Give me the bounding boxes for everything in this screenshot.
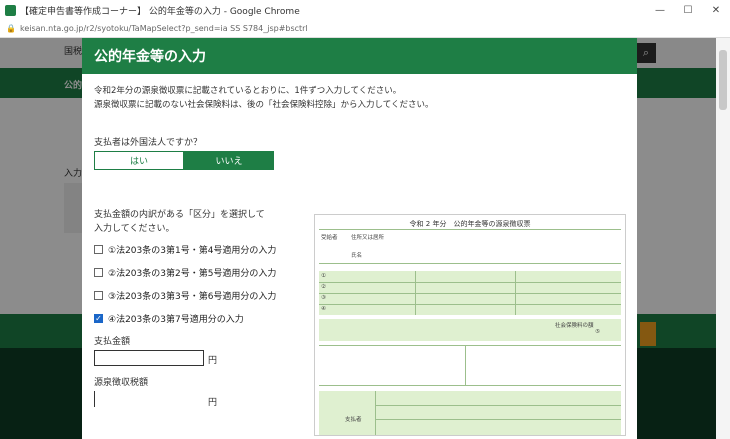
option-label-1: ①法203条の3第1号・第4号適用分の入力 — [108, 246, 277, 256]
slip-payer-label: 支払者 — [345, 417, 362, 423]
intro-line-2: 源泉徴収票に記載のない社会保険料は、後の「社会保険料控除」から入力してください。 — [94, 100, 434, 110]
checkbox-option-2[interactable] — [94, 268, 103, 277]
category-option-4[interactable]: ✓ ④法203条の3第7号適用分の入力 — [94, 307, 276, 330]
slip-row-4: ④ — [321, 306, 326, 312]
category-instruction-line-2: 入力してください。 — [94, 224, 175, 234]
amount-unit: 円 — [208, 356, 218, 366]
window-title: 【確定申告書等作成コーナー】 公的年金等の入力 - Google Chrome — [20, 6, 300, 17]
checkbox-option-4[interactable]: ✓ — [94, 314, 103, 323]
withholding-slip-image: 令和 2 年分 公的年金等の源泉徴収票 受給者 住所又は居所 氏名 ① ② ③ … — [314, 214, 626, 436]
slip-row-2: ② — [321, 284, 326, 290]
minimize-button[interactable]: — — [646, 0, 674, 20]
intro-line-1: 令和2年分の源泉徴収票に記載されているとおりに、1件ずつ入力してください。 — [94, 86, 402, 96]
slip-row-1: ① — [321, 273, 326, 279]
window-controls: — ☐ ✕ — [646, 0, 730, 20]
slip-number-5: ⑤ — [595, 329, 600, 335]
option-label-2: ②法203条の3第2号・第5号適用分の入力 — [108, 269, 277, 279]
toggle-yes-button[interactable]: はい — [94, 151, 184, 170]
window-title-bar: 【確定申告書等作成コーナー】 公的年金等の入力 - Google Chrome … — [0, 0, 730, 20]
slip-row-3: ③ — [321, 295, 326, 301]
pension-input-modal: 公的年金等の入力 令和2年分の源泉徴収票に記載されているとおりに、1件ずつ入力し… — [82, 38, 637, 439]
checkbox-option-1[interactable] — [94, 245, 103, 254]
address-bar[interactable]: 🔒 keisan.nta.go.jp/r2/syotoku/TaMapSelec… — [0, 20, 730, 38]
slip-address-label: 住所又は居所 — [351, 235, 385, 241]
foreign-payer-toggle: はい いいえ — [94, 151, 274, 170]
withholding-input[interactable] — [94, 391, 204, 407]
close-window-button[interactable]: ✕ — [702, 0, 730, 20]
category-options: ①法203条の3第1号・第4号適用分の入力 ②法203条の3第2号・第5号適用分… — [94, 238, 276, 330]
withholding-unit: 円 — [208, 398, 218, 408]
toggle-no-button[interactable]: いいえ — [184, 151, 274, 170]
option-label-3: ③法203条の3第3号・第6号適用分の入力 — [108, 292, 277, 302]
foreign-payer-question: 支払者は外国法人ですか？ — [94, 138, 203, 148]
category-option-1[interactable]: ①法203条の3第1号・第4号適用分の入力 — [94, 238, 276, 261]
category-instruction: 支払金額の内訳がある「区分」を選択して 入力してください。 — [94, 208, 265, 236]
category-option-2[interactable]: ②法203条の3第2号・第5号適用分の入力 — [94, 261, 276, 284]
url-text: keisan.nta.go.jp/r2/syotoku/TaMapSelect?… — [19, 24, 308, 33]
slip-name-label: 氏名 — [351, 253, 363, 259]
slip-title: 令和 2 年分 公的年金等の源泉徴収票 — [409, 220, 531, 228]
category-instruction-line-1: 支払金額の内訳がある「区分」を選択して — [94, 210, 265, 220]
modal-title: 公的年金等の入力 — [82, 38, 637, 74]
scrollbar-thumb[interactable] — [719, 50, 727, 110]
amount-input[interactable] — [94, 350, 204, 366]
withholding-label: 源泉徴収税額 — [94, 378, 149, 388]
lock-icon: 🔒 — [6, 24, 16, 33]
slip-recipient-label: 受給者 — [321, 235, 338, 241]
category-option-3[interactable]: ③法203条の3第3号・第6号適用分の入力 — [94, 284, 276, 307]
checkbox-option-3[interactable] — [94, 291, 103, 300]
slip-tax-label: 社会保険料の額 — [555, 323, 594, 329]
site-favicon-icon — [5, 4, 16, 16]
option-label-4: ④法203条の3第7号適用分の入力 — [108, 315, 244, 325]
amount-label: 支払金額 — [94, 337, 131, 347]
maximize-button[interactable]: ☐ — [674, 0, 702, 20]
modal-intro: 令和2年分の源泉徴収票に記載されているとおりに、1件ずつ入力してください。 源泉… — [94, 84, 434, 112]
